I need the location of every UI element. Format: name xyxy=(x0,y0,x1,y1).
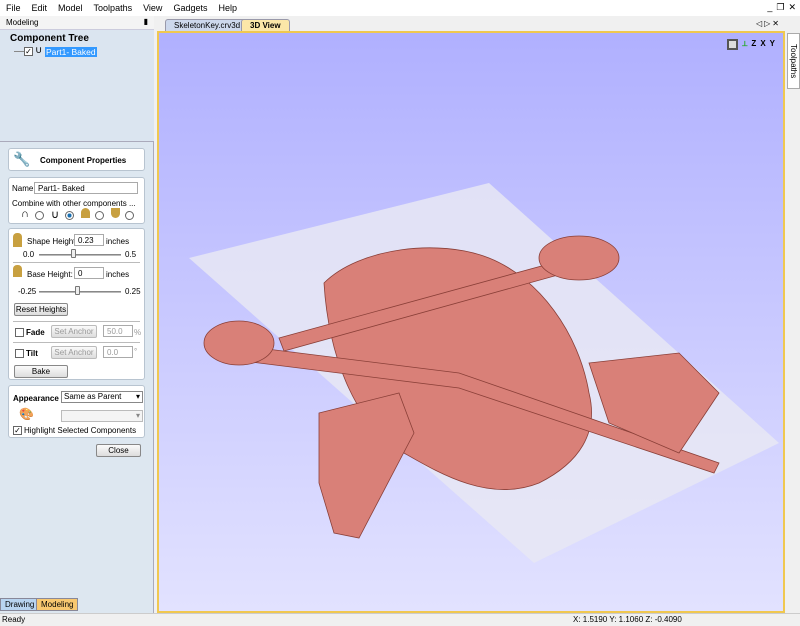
base-height-slider[interactable] xyxy=(39,291,121,293)
menu-model[interactable]: Model xyxy=(58,3,83,13)
properties-title: Component Properties xyxy=(40,156,127,165)
name-label: Name xyxy=(12,184,34,193)
base-height-icon xyxy=(13,265,22,277)
shape-height-icon xyxy=(13,233,22,247)
shape-height-label: Shape Height: xyxy=(27,237,78,246)
appearance-section: Appearance Same as Parent ▾ 🎨 ▾ ✓ Highlig… xyxy=(8,385,145,438)
base-height-thumb[interactable] xyxy=(75,286,80,295)
combine-add-radio[interactable] xyxy=(35,211,44,220)
tree-title: Component Tree xyxy=(10,33,89,44)
minimize-button[interactable]: _ xyxy=(767,2,772,13)
menu-bar: File Edit Model Toolpaths View Gadgets H… xyxy=(0,0,800,16)
restore-button[interactable]: ❐ xyxy=(776,2,784,13)
status-text: Ready xyxy=(2,615,26,624)
union-icon: ∪ xyxy=(35,45,43,56)
shape-height-slider[interactable] xyxy=(39,254,121,256)
menu-toolpaths[interactable]: Toolpaths xyxy=(94,3,133,13)
base-height-label: Base Height: xyxy=(27,270,73,279)
document-tabs: SkeletonKey.crv3d 3D View ◁▷✕ xyxy=(157,17,785,32)
shape-unit: inches xyxy=(106,237,130,246)
combine-low-radio[interactable] xyxy=(125,211,134,220)
tree-item-checkbox[interactable]: ✓ xyxy=(24,47,33,56)
wrench-icon: 🔧 xyxy=(13,151,31,167)
shape-height-thumb[interactable] xyxy=(71,249,76,258)
tab-modeling[interactable]: Modeling xyxy=(36,598,79,611)
toolpaths-tab[interactable]: Toolpaths xyxy=(787,33,800,89)
appearance-value: Same as Parent xyxy=(64,392,122,401)
component-tree: Component Tree ✓ ∪ Part1- Baked xyxy=(0,30,154,142)
appearance-select[interactable]: Same as Parent ▾ xyxy=(61,391,143,403)
chevron-down-icon: ▾ xyxy=(135,411,140,420)
reset-heights-button[interactable]: Reset Heights xyxy=(14,303,68,316)
base-height-input[interactable] xyxy=(74,267,104,279)
right-sidebar xyxy=(787,31,800,613)
combine-label: Combine with other components ... xyxy=(12,199,136,208)
fade-checkbox[interactable] xyxy=(15,328,24,337)
model-render xyxy=(189,183,779,563)
add-icon: ∩ xyxy=(21,208,29,220)
tilt-set-anchor-button[interactable]: Set Anchor xyxy=(51,346,97,359)
cursor-coordinates: X: 1.5190 Y: 1.1060 Z: -0.4090 xyxy=(573,615,682,624)
high-icon xyxy=(81,208,90,218)
3d-viewport[interactable]: ⟂ Z X Y xyxy=(157,31,785,613)
fade-unit: % xyxy=(134,328,142,337)
properties-header: 🔧 Component Properties xyxy=(8,148,145,171)
merge-icon: ∪ xyxy=(51,209,60,221)
key-bow-right xyxy=(538,235,620,281)
highlight-label: Highlight Selected Components xyxy=(24,426,137,435)
highlight-checkbox[interactable]: ✓ xyxy=(13,426,22,435)
tab-drawing[interactable]: Drawing xyxy=(0,598,40,611)
menu-view[interactable]: View xyxy=(143,3,162,13)
name-section: Name Combine with other components ... ∩… xyxy=(8,177,145,224)
pin-icon[interactable]: ▮ xyxy=(144,17,148,26)
palette-icon: 🎨 xyxy=(19,407,34,421)
key-bow-left xyxy=(203,320,275,366)
base-max: 0.25 xyxy=(125,287,141,296)
fade-set-anchor-button[interactable]: Set Anchor xyxy=(51,325,97,338)
combine-merge-radio[interactable] xyxy=(65,211,74,220)
shape-max: 0.5 xyxy=(125,250,137,259)
menu-help[interactable]: Help xyxy=(218,3,237,13)
menu-gadgets[interactable]: Gadgets xyxy=(173,3,207,13)
tilt-value-input[interactable] xyxy=(103,346,133,358)
tilt-label: Tilt xyxy=(26,349,38,358)
scroll-left-icon[interactable]: ◁ xyxy=(756,19,764,28)
fade-label: Fade xyxy=(26,328,45,337)
menu-file[interactable]: File xyxy=(6,3,21,13)
menu-edit[interactable]: Edit xyxy=(32,3,48,13)
color-select[interactable]: ▾ xyxy=(61,410,143,422)
status-bar: Ready X: 1.5190 Y: 1.1060 Z: -0.4090 xyxy=(0,613,800,626)
base-unit: inches xyxy=(106,270,130,279)
base-min: -0.25 xyxy=(18,287,37,296)
tilt-checkbox[interactable] xyxy=(15,349,24,358)
bake-button[interactable]: Bake xyxy=(14,365,68,378)
close-window-button[interactable]: ✕ xyxy=(788,2,796,13)
panel-title: Modeling xyxy=(6,18,39,27)
appearance-label: Appearance xyxy=(13,394,59,403)
key-bit-left xyxy=(318,392,415,539)
tree-item-part1[interactable]: Part1- Baked xyxy=(45,47,97,57)
close-tab-icon[interactable]: ✕ xyxy=(772,19,781,28)
heights-section: Shape Height: inches 0.0 0.5 Base Height… xyxy=(8,228,145,380)
chevron-down-icon: ▾ xyxy=(135,392,140,401)
name-input[interactable] xyxy=(34,182,138,194)
shape-min: 0.0 xyxy=(23,250,35,259)
fade-value-input[interactable] xyxy=(103,325,133,337)
shape-height-input[interactable] xyxy=(74,234,104,246)
close-button[interactable]: Close xyxy=(96,444,141,457)
low-icon xyxy=(111,208,120,218)
tilt-unit: ° xyxy=(134,347,138,356)
combine-high-radio[interactable] xyxy=(95,211,104,220)
panel-header: Modeling ▮ xyxy=(0,16,154,30)
